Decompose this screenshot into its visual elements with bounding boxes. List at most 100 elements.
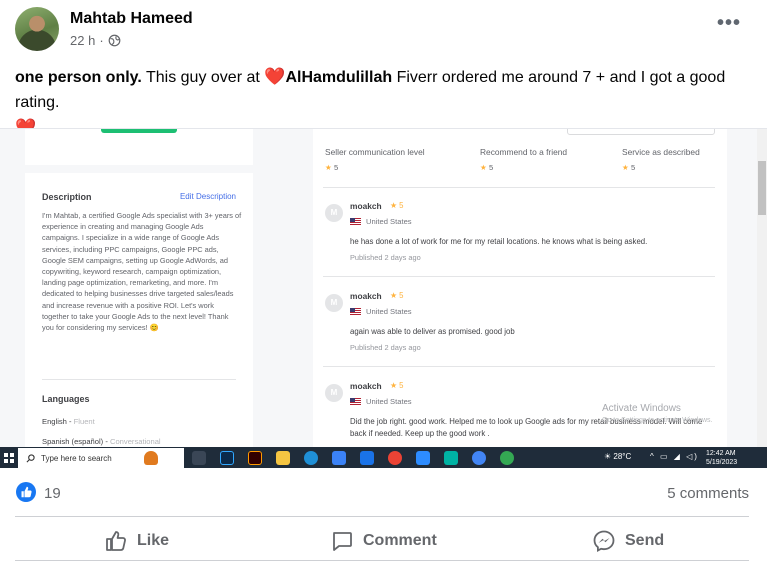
review-text: again was able to deliver as promised. g… xyxy=(350,327,515,336)
system-tray: ^ ▭ ◢ ◁) xyxy=(650,452,699,461)
review-rating: ★ 5 xyxy=(390,291,404,300)
photoshop-icon xyxy=(220,451,234,465)
reviewer-avatar: M xyxy=(325,294,343,312)
criteria-item: Service as described ★ 5 xyxy=(622,147,700,172)
review-score: 5 xyxy=(399,201,404,210)
globe-icon xyxy=(108,34,121,47)
reviewer-name: moakch xyxy=(350,291,382,301)
reviews-panel: Seller communication level ★ 5 Recommend… xyxy=(313,129,727,447)
review-rating: ★ 5 xyxy=(390,381,404,390)
language-name: Spanish (español) xyxy=(42,437,104,446)
like-reaction-icon[interactable] xyxy=(16,482,36,502)
taskbar-clock: 12:42 AM 5/19/2023 xyxy=(706,449,737,467)
weather-temp: 28°C xyxy=(613,452,632,461)
comments-count[interactable]: 5 comments xyxy=(667,485,749,502)
thumbs-up-icon xyxy=(106,531,126,551)
post-text-part1: This guy over at xyxy=(141,69,265,86)
divider xyxy=(323,187,715,188)
chrome-profile-icon xyxy=(472,451,486,465)
taskbar-search-placeholder: Type here to search xyxy=(41,453,112,463)
criteria-label: Recommend to a friend xyxy=(480,147,568,157)
send-button[interactable]: Send xyxy=(592,528,664,554)
review-date: Published 2 days ago xyxy=(350,343,421,352)
criteria-value: ★ 5 xyxy=(325,163,425,172)
author-avatar[interactable] xyxy=(15,7,59,51)
language-level: Fluent xyxy=(73,417,95,426)
clock-time: 12:42 AM xyxy=(706,450,736,457)
comment-button[interactable]: Comment xyxy=(330,528,437,554)
heart-emoji: ❤️ xyxy=(264,67,286,86)
windows-taskbar: Type here to search ☀ 28°C ^ ▭ ◢ ◁) 12:4… xyxy=(0,447,767,468)
mail-icon xyxy=(360,451,374,465)
scrollbar-thumb xyxy=(758,161,766,215)
like-label: Like xyxy=(137,532,170,549)
language-item: English - Fluent xyxy=(42,417,95,426)
windows-logo-icon xyxy=(4,453,14,463)
comment-label: Comment xyxy=(363,532,437,549)
reviewer-name: moakch xyxy=(350,381,382,391)
review-date: Published 2 days ago xyxy=(350,253,421,262)
star-icon: ★ xyxy=(325,163,332,172)
reviewer-name: moakch xyxy=(350,201,382,211)
criteria-value: ★ 5 xyxy=(480,163,567,172)
description-body: I'm Mahtab, a certified Google Ads speci… xyxy=(42,211,242,333)
messenger-icon xyxy=(593,530,615,553)
criteria-label: Service as described xyxy=(622,147,700,157)
reviewer-avatar: M xyxy=(325,384,343,402)
sort-dropdown xyxy=(567,129,715,135)
criteria-score: 5 xyxy=(630,163,636,172)
us-flag-icon xyxy=(350,218,361,225)
language-name: English xyxy=(42,417,67,426)
taskbar-search: Type here to search xyxy=(18,448,184,468)
mascot-icon xyxy=(144,451,158,465)
author-name[interactable]: Mahtab Hameed xyxy=(70,10,193,28)
activate-windows-watermark: Activate Windows xyxy=(602,403,681,414)
reviewer-avatar: M xyxy=(325,204,343,222)
illustrator-icon xyxy=(248,451,262,465)
criteria-label: Seller communication level xyxy=(325,147,425,157)
criteria-score: 5 xyxy=(488,163,494,172)
reviewer-country: United States xyxy=(350,397,412,406)
languages-title: Languages xyxy=(42,394,90,404)
review-score: 5 xyxy=(399,381,404,390)
review-rating: ★ 5 xyxy=(390,201,404,210)
edit-description-link: Edit Description xyxy=(179,192,236,201)
zoom-icon xyxy=(416,451,430,465)
star-icon: ★ xyxy=(622,163,629,172)
store-icon xyxy=(332,451,346,465)
post-image[interactable]: Description Edit Description I'm Mahtab,… xyxy=(0,128,767,468)
chrome-profile-icon xyxy=(500,451,514,465)
clock-date: 5/19/2023 xyxy=(706,459,738,466)
meta-separator: · xyxy=(99,33,104,48)
reviewer-country: United States xyxy=(350,307,412,316)
divider xyxy=(42,379,236,380)
post-text-bold: one person only. xyxy=(15,69,142,86)
task-view-icon xyxy=(192,451,206,465)
reviewer-country: United States xyxy=(350,217,412,226)
chrome-icon xyxy=(388,451,402,465)
edge-icon xyxy=(304,451,318,465)
green-button xyxy=(101,129,177,133)
more-options-button[interactable]: ••• xyxy=(717,12,741,35)
post-text-bold2: AlHamdulillah xyxy=(285,69,393,86)
weather-indicator: ☀ 28°C xyxy=(604,452,632,461)
us-flag-icon xyxy=(350,308,361,315)
criteria-item: Recommend to a friend ★ 5 xyxy=(480,147,567,172)
divider xyxy=(323,366,715,367)
divider xyxy=(323,276,715,277)
like-button[interactable]: Like xyxy=(104,528,169,554)
language-item: Spanish (español) - Conversational xyxy=(42,437,161,446)
criteria-value: ★ 5 xyxy=(622,163,700,172)
description-title: Description xyxy=(42,192,92,202)
language-level: Conversational xyxy=(109,437,161,446)
reaction-count[interactable]: 19 xyxy=(44,485,61,502)
post-time[interactable]: 22 h xyxy=(70,33,95,48)
post-meta: 22 h · xyxy=(70,33,121,48)
criteria-score: 5 xyxy=(333,163,339,172)
criteria-item: Seller communication level ★ 5 xyxy=(325,147,425,172)
send-label: Send xyxy=(625,532,665,549)
us-flag-icon xyxy=(350,398,361,405)
app-icon xyxy=(444,451,458,465)
divider xyxy=(15,516,749,517)
search-icon xyxy=(26,453,35,462)
